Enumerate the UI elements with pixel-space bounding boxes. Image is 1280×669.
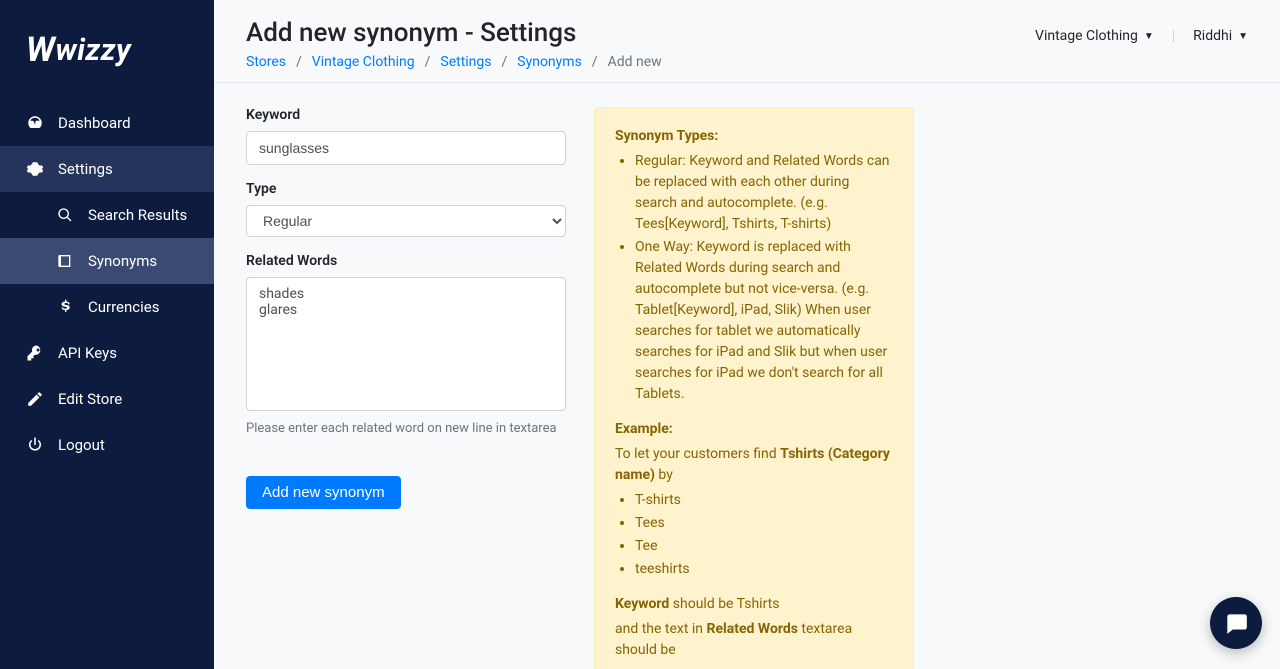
help-box: Synonym Types: Regular: Keyword and Rela…: [594, 107, 914, 669]
breadcrumb-sep: /: [502, 54, 508, 70]
help-types-list: Regular: Keyword and Related Words can b…: [615, 151, 893, 405]
header-right: Vintage Clothing ▼ | Riddhi ▼: [1035, 18, 1248, 44]
sidebar: Wwizzy Dashboard Settings Search Results…: [0, 0, 214, 669]
help-text: and the text in: [615, 621, 707, 637]
sidebar-item-label: API Keys: [58, 344, 117, 362]
help-example-item: teeshirts: [635, 559, 893, 580]
related-words-textarea[interactable]: shades glares: [246, 277, 566, 411]
main: Add new synonym - Settings Stores / Vint…: [214, 0, 1280, 669]
breadcrumb-stores[interactable]: Stores: [246, 54, 286, 70]
sidebar-item-label: Logout: [58, 436, 105, 454]
logo[interactable]: Wwizzy: [26, 30, 131, 70]
caret-down-icon: ▼: [1238, 31, 1248, 42]
breadcrumb-sep: /: [592, 54, 598, 70]
breadcrumb-store[interactable]: Vintage Clothing: [312, 54, 415, 70]
sidebar-item-label: Synonyms: [88, 252, 157, 270]
help-text-bold: Keyword: [615, 596, 669, 612]
sidebar-item-settings[interactable]: Settings: [0, 146, 214, 192]
help-type-regular: Regular: Keyword and Related Words can b…: [635, 151, 893, 235]
help-keyword-line: Keyword should be Tshirts: [615, 594, 893, 615]
help-type-oneway: One Way: Keyword is replaced with Relate…: [635, 237, 893, 405]
help-related-line: and the text in Related Words textarea s…: [615, 619, 893, 661]
type-select[interactable]: Regular: [246, 205, 566, 237]
form-group-keyword: Keyword: [246, 107, 566, 165]
chat-bubble[interactable]: [1210, 597, 1262, 649]
keyword-input[interactable]: [246, 131, 566, 165]
caret-down-icon: ▼: [1144, 31, 1154, 42]
header-divider: |: [1172, 28, 1175, 44]
dollar-icon: [56, 298, 74, 316]
help-example-intro: To let your customers find Tshirts (Cate…: [615, 444, 893, 486]
form-group-related: Related Words shades glares Please enter…: [246, 253, 566, 436]
page-title: Add new synonym - Settings: [246, 18, 662, 48]
breadcrumb-synonyms[interactable]: Synonyms: [517, 54, 582, 70]
content: Keyword Type Regular Related Words shade…: [214, 83, 1280, 669]
sidebar-item-label: Search Results: [88, 206, 187, 224]
search-icon: [56, 206, 74, 224]
help-column: Synonym Types: Regular: Keyword and Rela…: [594, 107, 914, 645]
related-label: Related Words: [246, 253, 566, 269]
book-icon: [56, 252, 74, 270]
header-left: Add new synonym - Settings Stores / Vint…: [246, 18, 662, 70]
help-text: by: [655, 467, 673, 483]
store-dropdown[interactable]: Vintage Clothing ▼: [1035, 28, 1154, 44]
store-dropdown-label: Vintage Clothing: [1035, 28, 1138, 44]
sidebar-item-currencies[interactable]: Currencies: [0, 284, 214, 330]
sidebar-item-logout[interactable]: Logout: [0, 422, 214, 468]
help-example-item: Tees: [635, 513, 893, 534]
keyword-label: Keyword: [246, 107, 566, 123]
sidebar-item-label: Edit Store: [58, 390, 122, 408]
user-dropdown[interactable]: Riddhi ▼: [1193, 28, 1248, 44]
key-icon: [26, 344, 44, 362]
edit-icon: [26, 390, 44, 408]
user-dropdown-label: Riddhi: [1193, 28, 1232, 44]
help-example-item: Tee: [635, 536, 893, 557]
help-example-title: Example:: [615, 421, 673, 437]
form-group-type: Type Regular: [246, 181, 566, 237]
gauge-icon: [26, 114, 44, 132]
sidebar-item-search-results[interactable]: Search Results: [0, 192, 214, 238]
sidebar-item-label: Dashboard: [58, 114, 131, 132]
help-example-list: T-shirts Tees Tee teeshirts: [615, 490, 893, 580]
help-text: To let your customers find: [615, 446, 780, 462]
sidebar-item-label: Settings: [58, 160, 113, 178]
logo-wrap: Wwizzy: [0, 0, 214, 100]
sidebar-item-edit-store[interactable]: Edit Store: [0, 376, 214, 422]
sidebar-item-api-keys[interactable]: API Keys: [0, 330, 214, 376]
sidebar-item-label: Currencies: [88, 298, 160, 316]
sidebar-item-dashboard[interactable]: Dashboard: [0, 100, 214, 146]
help-example-item: T-shirts: [635, 490, 893, 511]
related-hint: Please enter each related word on new li…: [246, 421, 566, 436]
sidebar-nav: Dashboard Settings Search Results Synony…: [0, 100, 214, 468]
logo-text: wizzy: [55, 33, 131, 68]
help-text-bold: Related Words: [707, 621, 798, 637]
breadcrumb-sep: /: [425, 54, 431, 70]
breadcrumb-sep: /: [296, 54, 302, 70]
breadcrumb-current: Add new: [608, 54, 662, 70]
power-icon: [26, 436, 44, 454]
help-text: should be Tshirts: [669, 596, 779, 612]
help-types-title: Synonym Types:: [615, 128, 718, 144]
sidebar-item-synonyms[interactable]: Synonyms: [0, 238, 214, 284]
add-synonym-button[interactable]: Add new synonym: [246, 476, 401, 509]
gear-icon: [26, 160, 44, 178]
type-label: Type: [246, 181, 566, 197]
header: Add new synonym - Settings Stores / Vint…: [214, 0, 1280, 83]
chat-icon: [1223, 610, 1249, 636]
breadcrumb-settings[interactable]: Settings: [440, 54, 491, 70]
form-column: Keyword Type Regular Related Words shade…: [246, 107, 566, 645]
breadcrumb: Stores / Vintage Clothing / Settings / S…: [246, 54, 662, 70]
